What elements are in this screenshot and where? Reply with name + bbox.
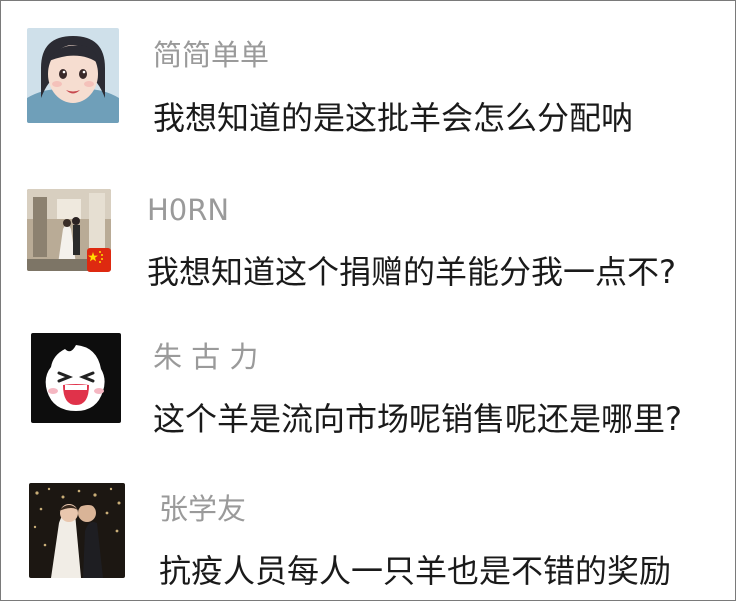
comment-item: 简简单单 我想知道的是这批羊会怎么分配呐 — [1, 1, 735, 171]
comment-text: 抗疫人员每人一只羊也是不错的奖励 — [159, 552, 672, 590]
cartoon-girl-avatar[interactable] — [27, 28, 119, 123]
comment-text: 我想知道这个捐赠的羊能分我一点不? — [147, 253, 676, 291]
comment-list: 简简单单 我想知道的是这批羊会怎么分配呐 H0RN 我想知道这个捐赠的羊能分我一… — [0, 0, 736, 601]
wedding-kiss-avatar[interactable] — [29, 483, 125, 578]
comment-username[interactable]: H0RN — [147, 196, 229, 225]
comment-item: 朱 古 力 这个羊是流向市场呢销售呢还是哪里? — [1, 316, 735, 466]
comment-username[interactable]: 简简单单 — [153, 41, 269, 70]
comment-username[interactable]: 朱 古 力 — [153, 343, 258, 372]
comment-item: 张学友 抗疫人员每人一只羊也是不错的奖励 — [1, 466, 735, 600]
comment-text: 我想知道的是这批羊会怎么分配呐 — [153, 99, 634, 137]
china-flag-icon — [87, 248, 111, 272]
laughing-face-avatar[interactable] — [31, 333, 121, 423]
comment-item: H0RN 我想知道这个捐赠的羊能分我一点不? — [1, 171, 735, 316]
comment-text: 这个羊是流向市场呢销售呢还是哪里? — [153, 400, 682, 438]
comment-username[interactable]: 张学友 — [159, 495, 246, 524]
